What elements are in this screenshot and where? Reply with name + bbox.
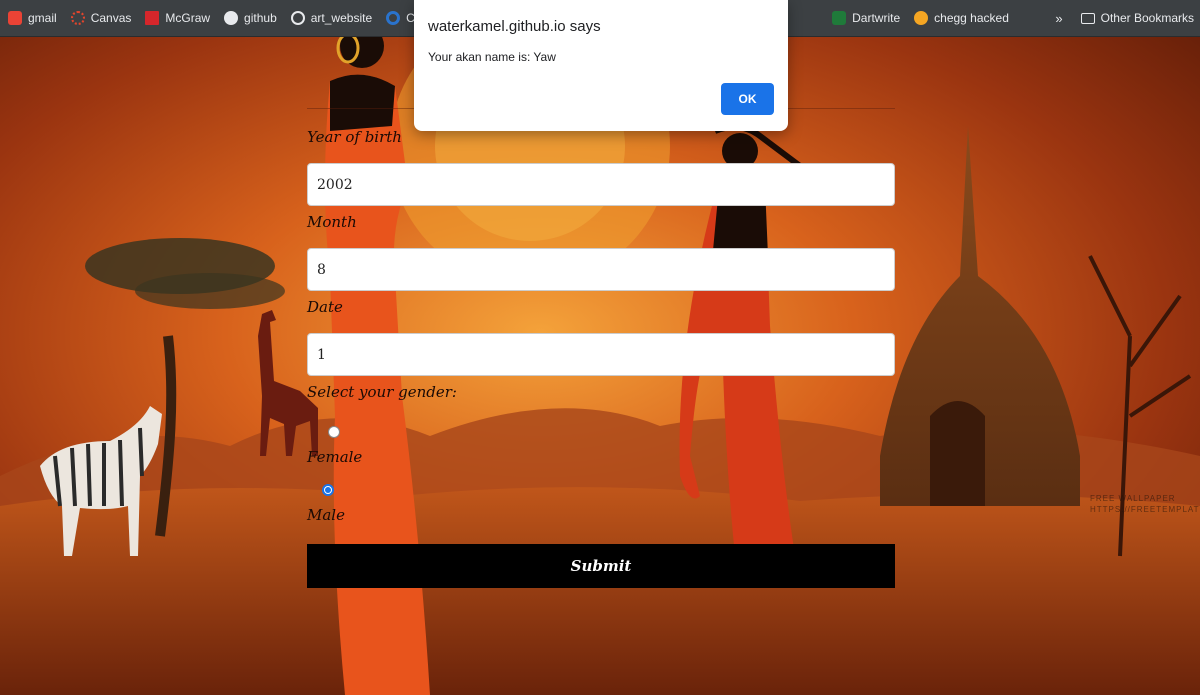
- female-radio[interactable]: [328, 426, 340, 438]
- canvas-icon: [70, 11, 85, 25]
- dialog-title: waterkamel.github.io says: [428, 18, 601, 35]
- gender-label: Select your gender:: [307, 383, 457, 401]
- bookmark-gmail[interactable]: gmail: [0, 0, 63, 36]
- male-label: Male: [307, 506, 345, 524]
- submit-button[interactable]: Submit: [307, 544, 895, 588]
- bookmark-github[interactable]: github: [216, 0, 283, 36]
- folder-icon: [1080, 12, 1095, 24]
- chegg-icon: [914, 11, 929, 25]
- year-input[interactable]: [307, 163, 895, 206]
- globe-icon: [290, 11, 305, 25]
- ok-button[interactable]: OK: [721, 83, 774, 115]
- bookmark-dartwrite[interactable]: Dartwrite: [824, 0, 906, 36]
- male-radio[interactable]: [322, 484, 334, 496]
- bookmark-canvas[interactable]: Canvas: [63, 0, 138, 36]
- dartwrite-icon: [832, 11, 847, 25]
- year-label: Year of birth: [307, 128, 402, 146]
- date-label: Date: [307, 298, 343, 316]
- month-label: Month: [307, 213, 357, 231]
- coursera-icon: [386, 11, 401, 25]
- bookmark-chegg[interactable]: chegg hacked: [906, 0, 1015, 36]
- wallpaper-watermark: FREE WALLPAPER HTTPS://FREETEMPLATES.COM: [1090, 494, 1200, 514]
- alert-dialog: waterkamel.github.io says Your akan name…: [414, 0, 788, 131]
- bookmarks-overflow-button[interactable]: »: [1045, 0, 1072, 36]
- bookmark-art-website[interactable]: art_website: [283, 0, 378, 36]
- date-input[interactable]: [307, 333, 895, 376]
- dialog-message: Your akan name is: Yaw: [428, 50, 556, 64]
- github-icon: [224, 11, 239, 25]
- month-input[interactable]: [307, 248, 895, 291]
- other-bookmarks-folder[interactable]: Other Bookmarks: [1073, 0, 1200, 36]
- bookmark-mcgraw[interactable]: McGraw: [137, 0, 216, 36]
- female-label: Female: [307, 448, 363, 466]
- mcgraw-icon: [145, 11, 160, 25]
- gmail-icon: [8, 11, 22, 25]
